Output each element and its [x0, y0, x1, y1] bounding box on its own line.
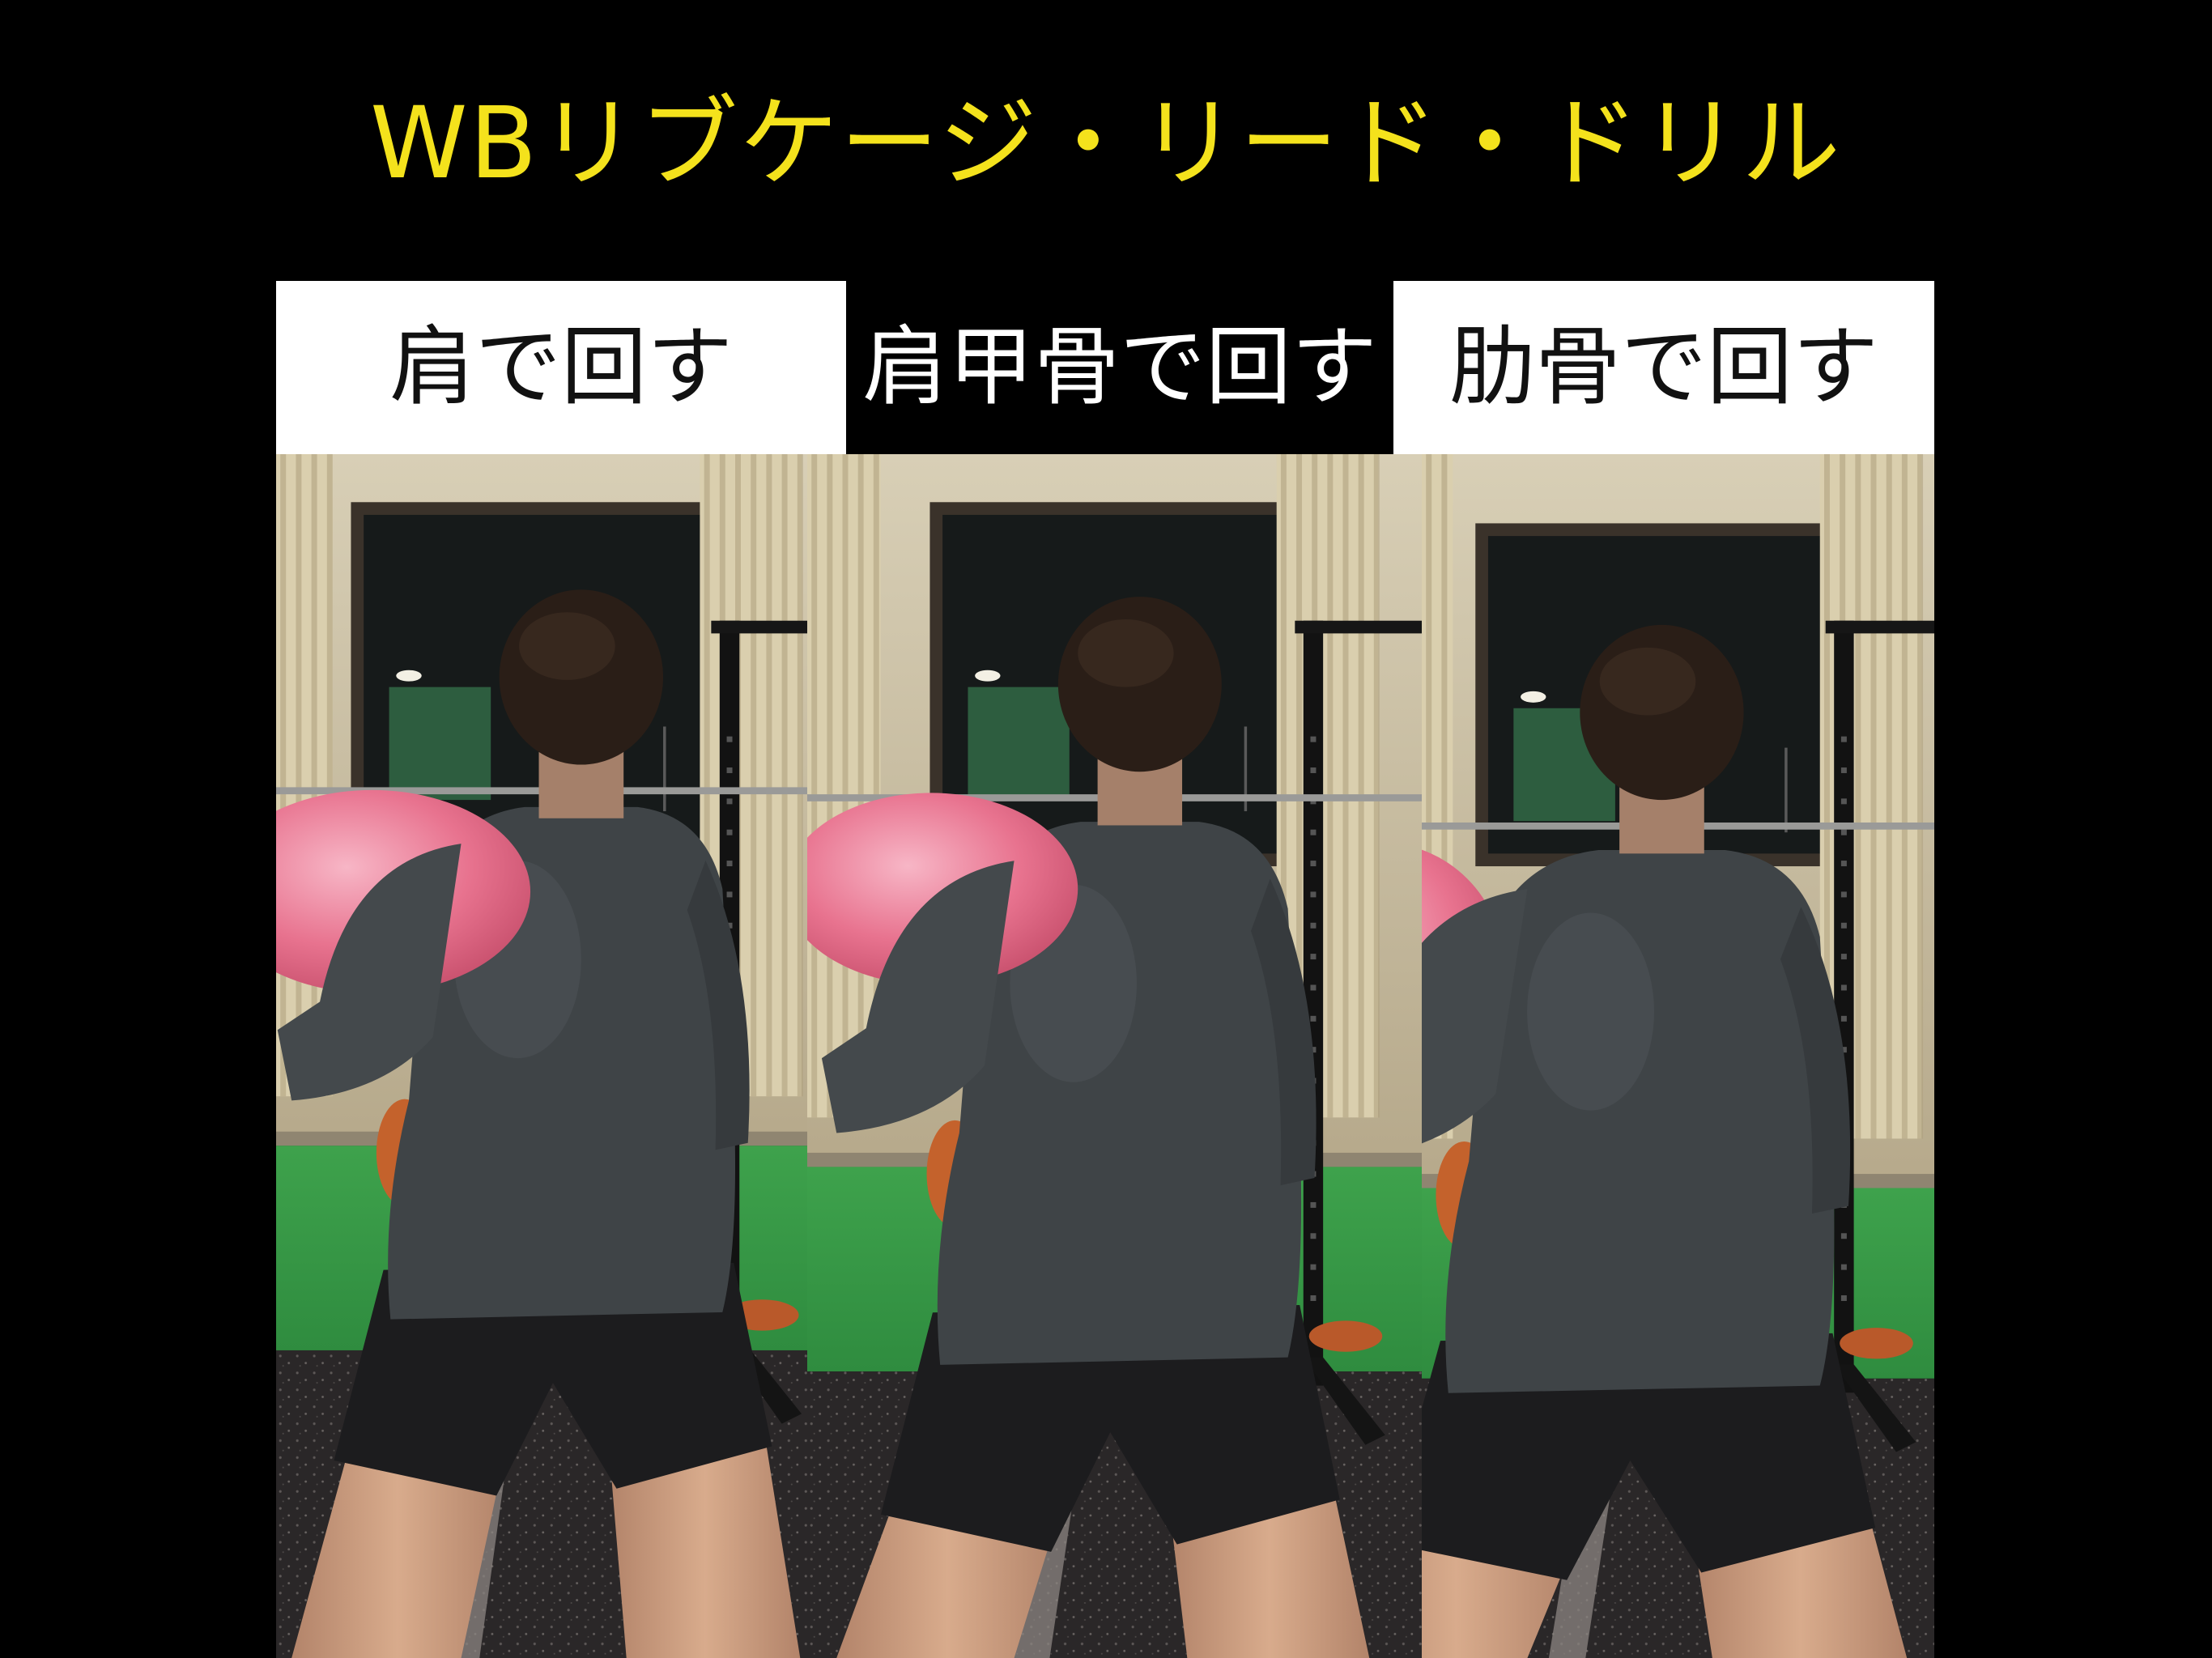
rack-hole [1840, 767, 1847, 773]
curtain-left-fold [311, 454, 317, 1097]
rack-hole [1310, 861, 1317, 867]
rack-hole [1310, 736, 1317, 742]
photo-row [276, 454, 1934, 1658]
window-light-reflection [396, 670, 422, 682]
rack-hole [1310, 954, 1317, 960]
rack-hole [1840, 954, 1847, 960]
weight-plate [1308, 1320, 1383, 1352]
curtain-right-fold [1373, 454, 1380, 1118]
window-detail [1784, 747, 1788, 833]
hair-highlight [1078, 619, 1174, 687]
rack-hole [1310, 767, 1317, 773]
photo-panel-shoulder [276, 454, 807, 1658]
rack-hole [1310, 1015, 1317, 1022]
weight-plate [1840, 1328, 1913, 1359]
rack-hole [726, 736, 733, 742]
rack-hole [1840, 1233, 1847, 1239]
shirt-highlight [1527, 912, 1655, 1111]
hair-highlight [519, 612, 615, 680]
rack-hole [726, 829, 733, 835]
window-detail [663, 726, 666, 812]
curtain-right-fold [751, 454, 757, 1097]
curtain-right-fold [797, 454, 803, 1097]
rack-hole [1840, 829, 1847, 835]
hair-highlight [1599, 647, 1696, 716]
window-light-reflection [975, 670, 1001, 682]
photo-panel-ribs [1422, 454, 1934, 1658]
rack-hole [1310, 891, 1317, 898]
curtain-right-fold [1358, 454, 1364, 1118]
rack-hole [1840, 1015, 1847, 1022]
curtain-right-fold [1855, 454, 1861, 1139]
curtain-left-fold [296, 454, 302, 1097]
curtain-right-fold [1901, 454, 1908, 1139]
rack-top-bar [711, 620, 807, 634]
curtain-right-fold [1917, 454, 1924, 1139]
rack-hole [1840, 891, 1847, 898]
rack-hole [726, 798, 733, 805]
rack-hole [726, 891, 733, 898]
photo-panel-scapula [807, 454, 1422, 1658]
curtain-right-fold [1327, 454, 1334, 1118]
label-shoulder: 肩で回す [276, 281, 846, 454]
curtain-left-fold [827, 454, 833, 1118]
rack-hole [1840, 1295, 1847, 1301]
curtain-left-fold [280, 454, 287, 1097]
window-green-curtain [389, 687, 491, 801]
rack-hole [1310, 922, 1317, 929]
rack-hole [1840, 736, 1847, 742]
rack-hole [1840, 922, 1847, 929]
rack-hole [1840, 798, 1847, 805]
rack-hole [1310, 1233, 1317, 1239]
window-light-reflection [1521, 691, 1546, 703]
rack-hole [726, 861, 733, 867]
curtain-right-fold [1342, 454, 1349, 1118]
rack-top-bar [1825, 620, 1934, 634]
rack-hole [1840, 861, 1847, 867]
curtain-left-fold [811, 454, 818, 1118]
rack-hole [726, 767, 733, 773]
curtain-right-fold [766, 454, 772, 1097]
rack-hole [1840, 984, 1847, 991]
label-scapula: 肩甲骨で回す [846, 281, 1393, 454]
curtain-right-fold [1870, 454, 1877, 1139]
rack-top-bar [1295, 620, 1422, 634]
rack-hole [1310, 1295, 1317, 1301]
label-ribs: 肋骨で回す [1393, 281, 1934, 454]
title: WBリブケージ・リード・ドリル [370, 86, 1842, 201]
label-row: 肩で回す 肩甲骨で回す 肋骨で回す [276, 281, 1934, 454]
rack-hole [1840, 1264, 1847, 1270]
rack-hole [1310, 1264, 1317, 1270]
rack-hole [1310, 984, 1317, 991]
curtain-left-fold [842, 454, 849, 1118]
curtain-left-fold [857, 454, 864, 1118]
curtain-right-fold [1886, 454, 1892, 1139]
window-green-curtain [968, 687, 1070, 801]
rack-hole [1310, 829, 1317, 835]
rack-hole [1310, 1201, 1317, 1208]
curtain-right-fold [781, 454, 788, 1097]
